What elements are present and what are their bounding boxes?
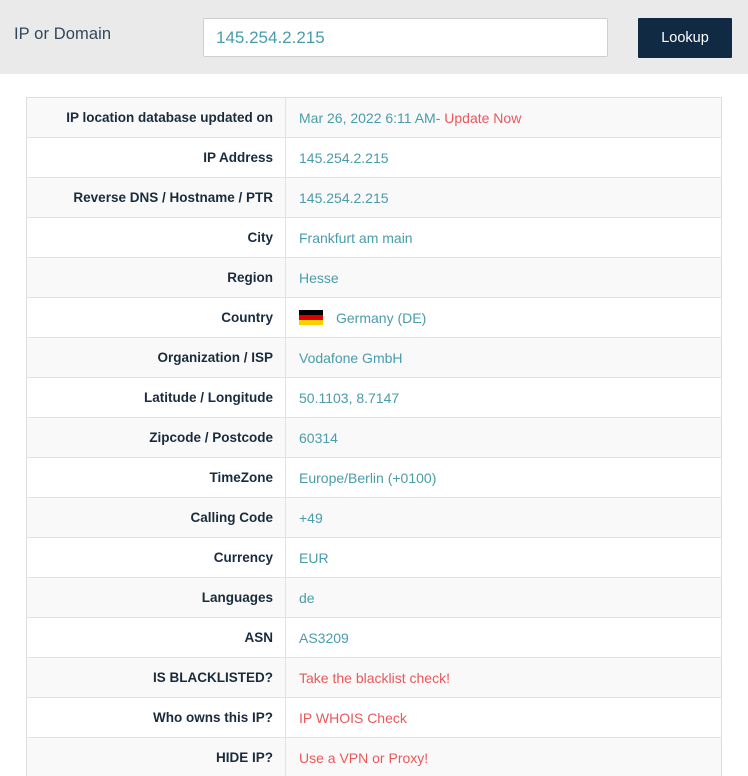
row-value-text: 145.254.2.215 <box>299 189 389 206</box>
row-label: ASN <box>26 617 286 658</box>
table-row: HIDE IP? Use a VPN or Proxy! <box>26 737 722 776</box>
row-value-inner: 50.1103, 8.7147 <box>299 390 721 406</box>
row-value[interactable]: Frankfurt am main <box>285 217 722 258</box>
row-value-inner: Frankfurt am main <box>299 230 721 246</box>
row-label: City <box>26 217 286 258</box>
table-row: Region Hesse <box>26 257 722 298</box>
page-body: IP location database updated on Mar 26, 2… <box>0 74 748 776</box>
row-value-inner: Vodafone GmbH <box>299 350 721 366</box>
table-row: Languages de <box>26 577 722 618</box>
table-row: Who owns this IP? IP WHOIS Check <box>26 697 722 738</box>
row-label: Organization / ISP <box>26 337 286 378</box>
row-value-text: IP WHOIS Check <box>299 709 407 726</box>
row-value-text: 50.1103, 8.7147 <box>299 389 400 406</box>
row-label: Latitude / Longitude <box>26 377 286 418</box>
row-value[interactable]: 60314 <box>285 417 722 458</box>
row-value[interactable]: Vodafone GmbH <box>285 337 722 378</box>
row-value[interactable]: IP WHOIS Check <box>285 697 722 738</box>
row-value[interactable]: 145.254.2.215 <box>285 177 722 218</box>
row-value-inner: 145.254.2.215 <box>299 190 721 206</box>
row-value-text: +49 <box>299 509 323 526</box>
row-value-inner: 60314 <box>299 430 721 446</box>
table-row: IS BLACKLISTED? Take the blacklist check! <box>26 657 722 698</box>
row-value-inner: +49 <box>299 510 721 526</box>
row-label: Zipcode / Postcode <box>26 417 286 458</box>
row-label: IP Address <box>26 137 286 178</box>
row-value-text: Frankfurt am main <box>299 229 413 246</box>
row-value-inner: Take the blacklist check! <box>299 670 721 686</box>
row-label: Country <box>26 297 286 338</box>
row-value-text: Vodafone GmbH <box>299 349 403 366</box>
row-value-inner: Use a VPN or Proxy! <box>299 750 721 766</box>
row-label: Currency <box>26 537 286 578</box>
row-label: IS BLACKLISTED? <box>26 657 286 698</box>
row-value-text: Mar 26, 2022 6:11 AM <box>299 109 436 126</box>
row-value[interactable]: +49 <box>285 497 722 538</box>
row-value-inner: IP WHOIS Check <box>299 710 721 726</box>
ip-info-table: IP location database updated on Mar 26, 2… <box>26 97 722 776</box>
row-value[interactable]: Mar 26, 2022 6:11 AM - Update Now <box>286 98 722 138</box>
row-label: Who owns this IP? <box>26 697 286 738</box>
table-row: Reverse DNS / Hostname / PTR 145.254.2.21… <box>26 177 722 218</box>
search-label: IP or Domain <box>14 25 112 43</box>
row-value-inner: Hesse <box>299 270 721 286</box>
row-value[interactable]: de <box>285 577 722 618</box>
row-value[interactable]: 50.1103, 8.7147 <box>285 377 722 418</box>
update-now-link[interactable]: - Update Now <box>436 110 522 126</box>
row-value-text: Europe/Berlin (+0100) <box>299 469 437 486</box>
row-value-inner: de <box>299 590 721 606</box>
table-row: Organization / ISP Vodafone GmbH <box>26 337 722 378</box>
search-bar: IP or Domain Lookup <box>0 0 748 74</box>
table-row: TimeZone Europe/Berlin (+0100) <box>26 457 722 498</box>
table-row: City Frankfurt am main <box>26 217 722 258</box>
row-label: HIDE IP? <box>26 737 286 776</box>
row-label: Calling Code <box>26 497 286 538</box>
row-value-text: Take the blacklist check! <box>299 669 450 686</box>
table-row: IP Address 145.254.2.215 <box>26 137 722 178</box>
row-label: IP location database updated on <box>26 97 286 138</box>
table-row: Currency EUR <box>26 537 722 578</box>
row-value[interactable]: AS3209 <box>285 617 722 658</box>
table-row: Country Germany (DE) <box>26 297 722 338</box>
row-value-text: Use a VPN or Proxy! <box>299 749 429 766</box>
row-value[interactable]: Hesse <box>285 257 722 298</box>
table-row: ASN AS3209 <box>26 617 722 658</box>
row-value-inner: Mar 26, 2022 6:11 AM - Update Now <box>299 110 721 126</box>
row-label: Reverse DNS / Hostname / PTR <box>26 177 286 218</box>
row-value-text: Germany (DE) <box>336 309 427 326</box>
row-value[interactable]: 145.254.2.215 <box>285 137 722 178</box>
table-row: Calling Code +49 <box>26 497 722 538</box>
table-row: IP location database updated on Mar 26, 2… <box>26 97 722 138</box>
germany-flag-icon <box>299 309 323 326</box>
left-edge-strip <box>0 74 8 776</box>
ip-or-domain-input[interactable] <box>203 18 608 57</box>
row-value-text: AS3209 <box>299 629 349 646</box>
row-value-inner: 145.254.2.215 <box>299 150 721 166</box>
row-value-text: 60314 <box>299 429 338 446</box>
flag-stripe <box>299 320 323 326</box>
row-value-text: de <box>299 589 315 606</box>
table-row: Latitude / Longitude 50.1103, 8.7147 <box>26 377 722 418</box>
row-label: TimeZone <box>26 457 286 498</box>
row-value-text: EUR <box>299 549 329 566</box>
row-label: Languages <box>26 577 286 618</box>
row-value-inner: Europe/Berlin (+0100) <box>299 470 721 486</box>
row-value[interactable]: EUR <box>285 537 722 578</box>
row-value[interactable]: Take the blacklist check! <box>285 657 722 698</box>
row-value[interactable]: Germany (DE) <box>285 297 722 338</box>
row-value-inner: AS3209 <box>299 630 721 646</box>
table-row: Zipcode / Postcode 60314 <box>26 417 722 458</box>
row-value[interactable]: Use a VPN or Proxy! <box>285 737 722 776</box>
row-value-text: Hesse <box>299 269 339 286</box>
row-value-text: 145.254.2.215 <box>299 149 389 166</box>
ip-lookup-page: IP or Domain Lookup IP location database… <box>0 0 748 776</box>
row-label: Region <box>26 257 286 298</box>
lookup-button[interactable]: Lookup <box>638 18 732 58</box>
row-value-inner: Germany (DE) <box>299 309 721 326</box>
row-value[interactable]: Europe/Berlin (+0100) <box>285 457 722 498</box>
row-value-inner: EUR <box>299 550 721 566</box>
